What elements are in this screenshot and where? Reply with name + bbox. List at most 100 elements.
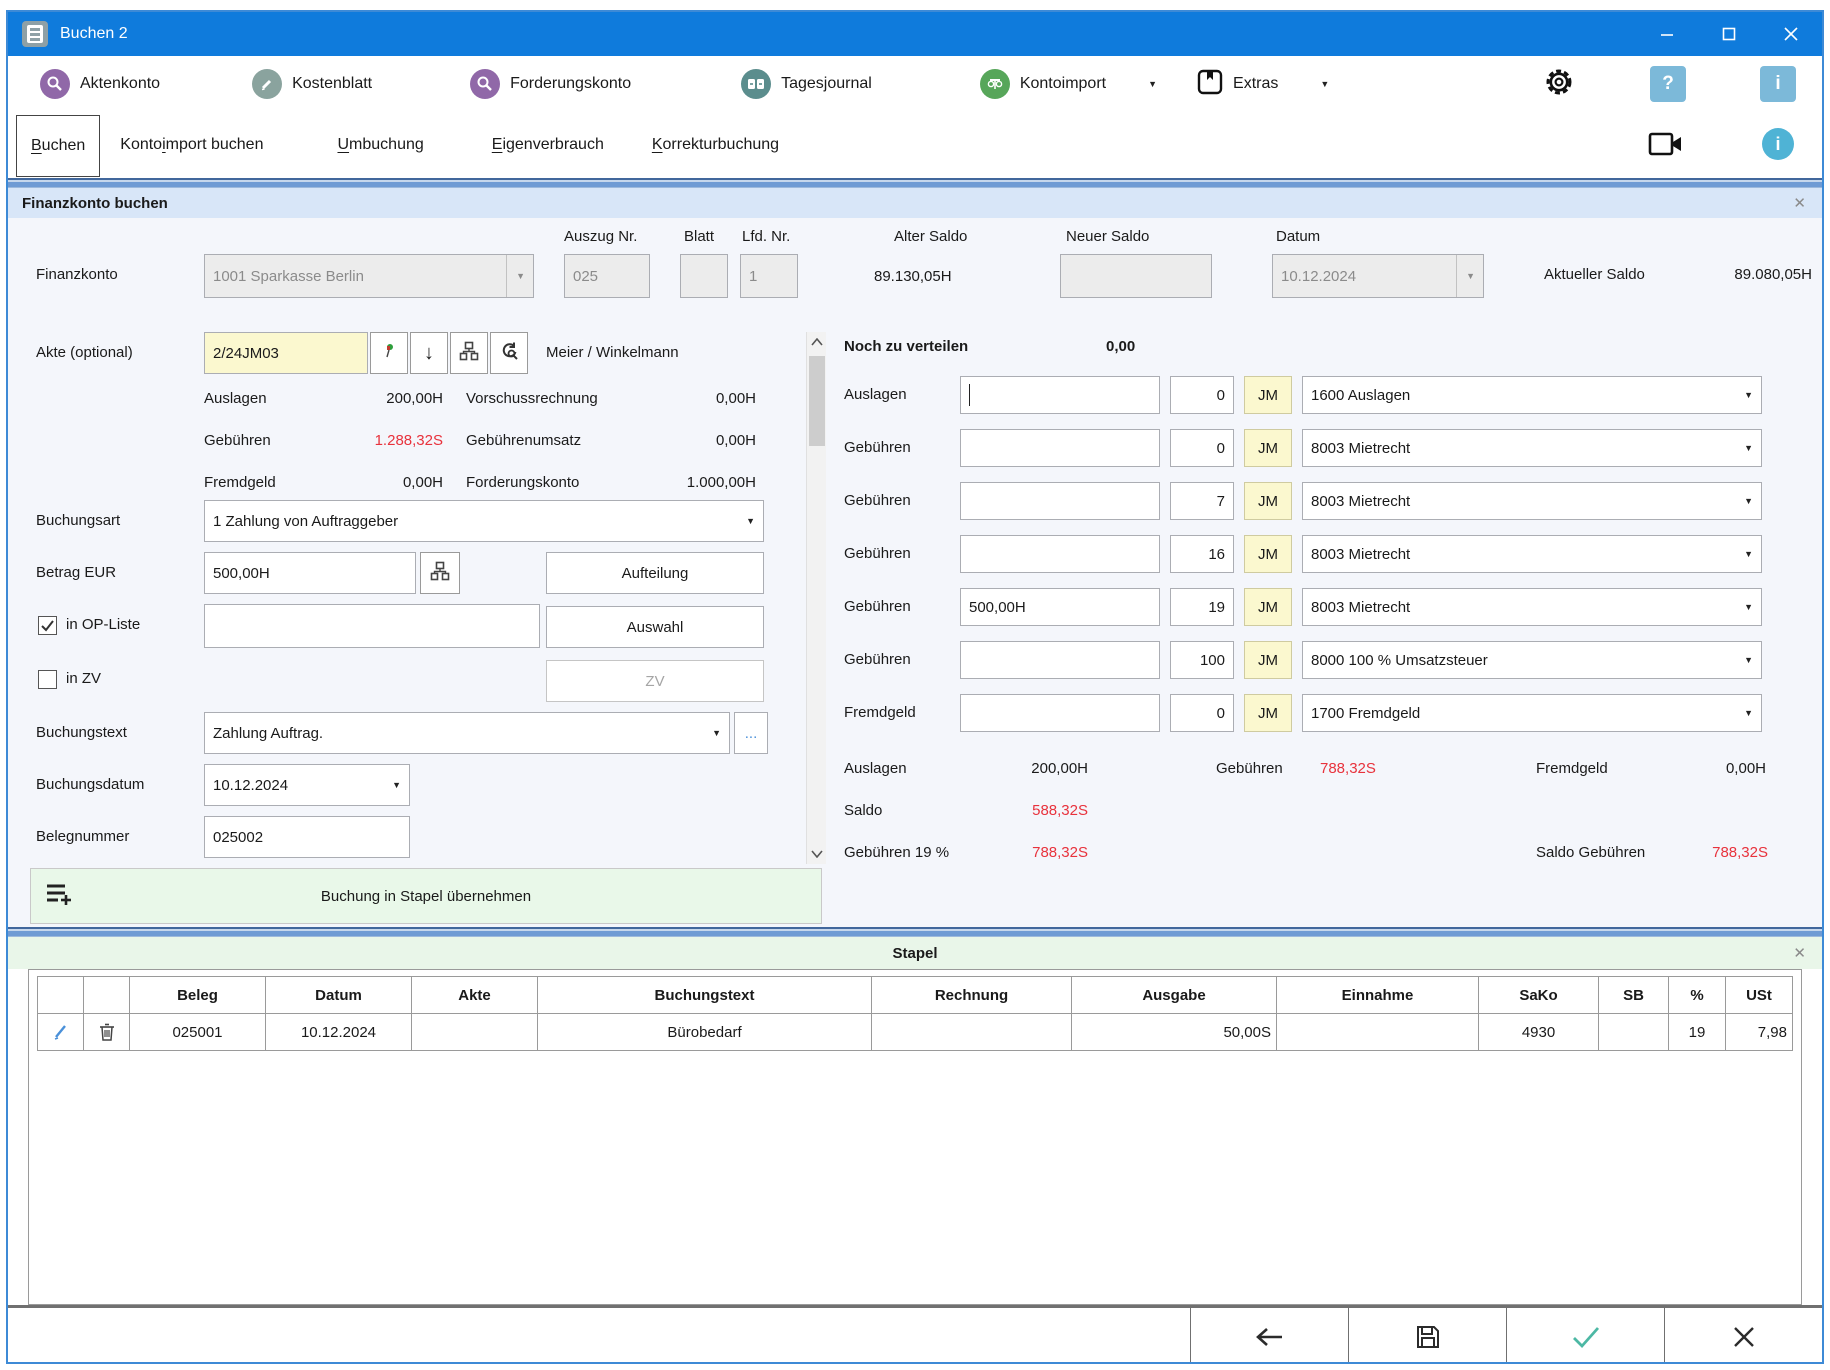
vrow-pct-input[interactable]: 19 [1170, 588, 1234, 626]
minimize-button[interactable] [1636, 12, 1698, 56]
scrollbar-thumb[interactable] [809, 356, 825, 446]
confirm-button[interactable] [1506, 1308, 1664, 1364]
pin-button[interactable] [370, 332, 408, 374]
toolbar-forderungskonto[interactable]: Forderungskonto [470, 69, 631, 99]
help-button[interactable]: ? [1650, 66, 1686, 102]
kontoimport-dropdown-arrow[interactable]: ▼ [1148, 79, 1157, 89]
vrow-amount-input[interactable] [960, 694, 1160, 732]
zv-checkbox[interactable] [38, 670, 57, 689]
vrow-account-select[interactable]: 8003 Mietrecht▼ [1302, 429, 1762, 467]
vrow-account-select[interactable]: 8003 Mietrecht▼ [1302, 535, 1762, 573]
save-button[interactable] [1348, 1308, 1506, 1364]
vrow-amount-input[interactable] [960, 429, 1160, 467]
jm-button[interactable]: JM [1244, 429, 1292, 467]
neuer-saldo-label: Neuer Saldo [1066, 228, 1149, 245]
vrow-account-select[interactable]: 1700 Fremdgeld▼ [1302, 694, 1762, 732]
delete-row-button[interactable] [84, 1014, 130, 1051]
vrow-account-select[interactable]: 1600 Auslagen▼ [1302, 376, 1762, 414]
tab-eigenverbrauch[interactable]: Eigenverbrauch [478, 112, 618, 178]
auszug-nr-field: 025 [564, 254, 650, 298]
info-auslagen-value: 200,00H [308, 390, 443, 407]
toolbar-aktenkonto-label: Aktenkonto [80, 75, 160, 93]
extras-dropdown-arrow[interactable]: ▼ [1320, 79, 1329, 89]
akte-input[interactable]: 2/24JM03 [204, 332, 368, 374]
jm-button[interactable]: JM [1244, 535, 1292, 573]
footer-button-bar [8, 1308, 1822, 1364]
toolbar-aktenkonto[interactable]: Aktenkonto [40, 69, 160, 99]
jm-button[interactable]: JM [1244, 376, 1292, 414]
akte-down-arrow-button[interactable]: ↓ [410, 332, 448, 374]
tab-bar: Buchen Kontoimport buchen Umbuchung Eige… [8, 112, 1822, 178]
betrag-input[interactable]: 500,00H [204, 552, 416, 594]
maximize-button[interactable] [1698, 12, 1760, 56]
vrow-amount-input[interactable] [960, 376, 1160, 414]
back-button[interactable] [1190, 1308, 1348, 1364]
vrow-amount-input[interactable] [960, 482, 1160, 520]
vrow-pct-input[interactable]: 16 [1170, 535, 1234, 573]
vrow-amount-input[interactable] [960, 641, 1160, 679]
tab-kontoimport-buchen[interactable]: Kontoimport buchen [106, 112, 277, 178]
stapel-uebernehmen-button[interactable]: Buchung in Stapel übernehmen [30, 868, 822, 924]
tab-korrekturbuchung[interactable]: Korrekturbuchung [638, 112, 793, 178]
vrow-account-select[interactable]: 8003 Mietrecht▼ [1302, 482, 1762, 520]
vrow-pct-input[interactable]: 7 [1170, 482, 1234, 520]
chevron-down-icon: ▼ [392, 780, 401, 790]
tab-umbuchung[interactable]: Umbuchung [323, 112, 437, 178]
buchungsdatum-label: Buchungsdatum [36, 776, 144, 793]
info-fremdgeld-value: 0,00H [308, 474, 443, 491]
vrow-pct-input[interactable]: 0 [1170, 376, 1234, 414]
check-icon [41, 619, 54, 632]
vrow-account-select[interactable]: 8000 100 % Umsatzsteuer▼ [1302, 641, 1762, 679]
chevron-down-icon: ▼ [1456, 255, 1475, 297]
vrow-amount-input[interactable]: 500,00H [960, 588, 1160, 626]
lfd-nr-label: Lfd. Nr. [742, 228, 790, 245]
info-button[interactable]: i [1760, 66, 1796, 102]
auswahl-button[interactable]: Auswahl [546, 606, 764, 648]
op-liste-input[interactable] [204, 604, 540, 648]
vrow-pct-input[interactable]: 0 [1170, 694, 1234, 732]
jm-button[interactable]: JM [1244, 482, 1292, 520]
tab-buchen[interactable]: Buchen [16, 115, 100, 177]
toolbar-kostenblatt[interactable]: Kostenblatt [252, 69, 372, 99]
scroll-up-icon[interactable] [811, 338, 823, 346]
vrow-pct-input[interactable]: 0 [1170, 429, 1234, 467]
lfd-nr-field: 1 [740, 254, 798, 298]
verteilen-value: 0,00 [1106, 338, 1135, 355]
belegnummer-input[interactable]: 025002 [204, 816, 410, 858]
neuer-saldo-field [1060, 254, 1212, 298]
video-icon[interactable] [1648, 130, 1682, 163]
panel-info-icon[interactable]: i [1762, 128, 1794, 160]
buchungsart-select[interactable]: 1 Zahlung von Auftraggeber▼ [204, 500, 764, 542]
akte-search-button[interactable] [490, 332, 528, 374]
scroll-down-icon[interactable] [811, 850, 823, 858]
vrow-account-select[interactable]: 8003 Mietrecht▼ [1302, 588, 1762, 626]
stapel-close-icon[interactable]: ✕ [1793, 944, 1806, 962]
close-window-button[interactable] [1760, 12, 1822, 56]
toolbar-tagesjournal[interactable]: Tagesjournal [741, 69, 872, 99]
buchungstext-more-button[interactable]: ... [734, 712, 768, 754]
alter-saldo-value: 89.130,05H [874, 268, 952, 285]
op-liste-checkbox[interactable] [38, 616, 57, 635]
close-button[interactable] [1664, 1308, 1822, 1364]
jm-button[interactable]: JM [1244, 588, 1292, 626]
aufteilung-button[interactable]: Aufteilung [546, 552, 764, 594]
settings-gear-icon[interactable] [1542, 65, 1576, 104]
toolbar-extras[interactable]: Extras [1197, 68, 1278, 101]
toolbar-forderungskonto-label: Forderungskonto [510, 75, 631, 93]
buchungstext-select[interactable]: Zahlung Auftrag.▼ [204, 712, 730, 754]
section-close-icon[interactable]: ✕ [1793, 194, 1806, 212]
chevron-down-icon: ▼ [746, 516, 755, 526]
akte-tree-button[interactable] [450, 332, 488, 374]
col-einnahme: Einnahme [1277, 977, 1479, 1014]
down-arrow-icon: ↓ [424, 342, 434, 365]
left-panel-scrollbar[interactable] [806, 332, 826, 864]
blatt-field [680, 254, 728, 298]
vrow-pct-input[interactable]: 100 [1170, 641, 1234, 679]
toolbar-kontoimport[interactable]: Kontoimport [980, 69, 1106, 99]
betrag-tree-button[interactable] [420, 552, 460, 594]
jm-button[interactable]: JM [1244, 641, 1292, 679]
edit-row-button[interactable] [38, 1014, 84, 1051]
vrow-amount-input[interactable] [960, 535, 1160, 573]
jm-button[interactable]: JM [1244, 694, 1292, 732]
buchungsdatum-select[interactable]: 10.12.2024▼ [204, 764, 410, 806]
